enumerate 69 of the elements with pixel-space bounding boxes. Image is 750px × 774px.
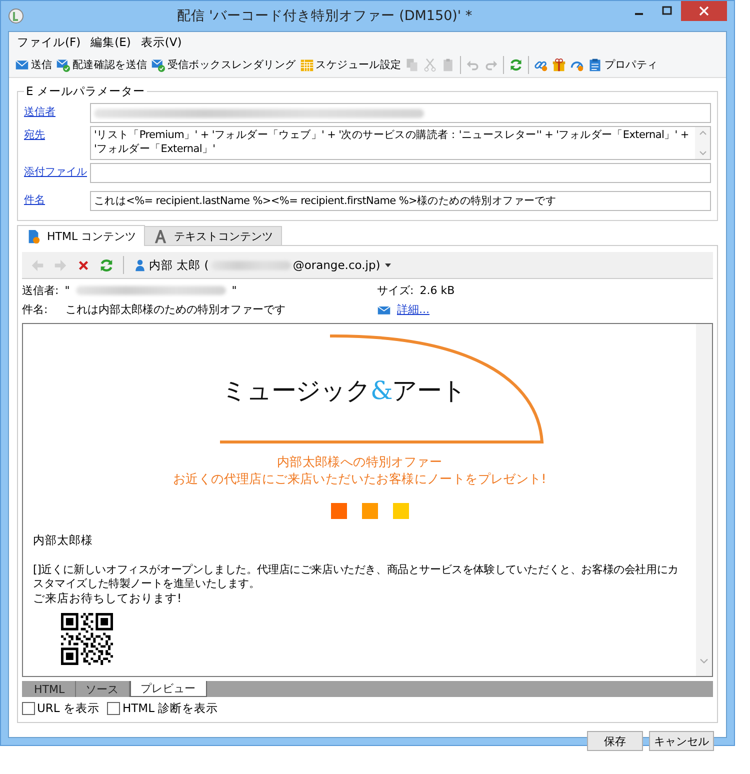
quote-mark: " (64, 284, 70, 297)
person-icon (133, 258, 147, 272)
redo-icon (484, 58, 498, 72)
field-label-link[interactable]: 宛先 (24, 126, 90, 142)
checkbox-label: URL を表示 (37, 701, 100, 716)
back-arrow-icon (30, 258, 45, 272)
qr-code (61, 613, 113, 665)
dialog-button[interactable]: キャンセル (649, 731, 714, 751)
greeting: 内部太郎様 (33, 533, 94, 548)
checkbox[interactable] (107, 702, 120, 715)
cut-icon (423, 58, 438, 72)
details-link[interactable]: 詳細... (397, 302, 430, 317)
field-label-link[interactable]: 送信者 (24, 103, 90, 119)
tab[interactable]: HTML (24, 681, 76, 697)
menu-item[interactable]: ファイル(F) (13, 34, 85, 51)
recipient-dropdown[interactable]: 内部 太郎 ( @orange.co.jp) (131, 256, 396, 274)
quote-mark: " (232, 284, 237, 297)
scrollbar[interactable] (695, 127, 710, 159)
html-document-icon (26, 228, 41, 244)
field-label-link[interactable]: 添付ファイル (24, 163, 90, 179)
toolbar-button[interactable]: 配達確認を送信 (54, 57, 150, 73)
message-paragraph: []近くに新しいオフィスがオープンしました。代理店にご来店いただき、商品とサービスを体験していただくと、お客様の会社用にカスタマイズした特製ノートを進呈いたします。 (33, 563, 680, 591)
dialog-button[interactable]: 保存 (587, 731, 643, 751)
subject-label: 件名: (22, 302, 48, 317)
scrollbar[interactable] (696, 324, 712, 676)
field-label-link[interactable]: 件名 (24, 191, 90, 207)
logo-text: ミュージック&アート (222, 375, 466, 407)
input-field[interactable] (90, 163, 711, 183)
maximize-icon (662, 6, 672, 16)
tab[interactable]: テキストコンテンツ (144, 226, 282, 245)
size-label: サイズ: (377, 283, 414, 298)
forward-arrow-icon (53, 258, 68, 272)
refresh-icon (509, 58, 524, 72)
headline: 内部太郎様への特別オファー (276, 453, 444, 470)
input-field[interactable]: 'リスト「Premium」' + 'フォルダー「ウェブ」' + '次のサービスの購読者：'ニュースレター'' + 'フォルダー「External」' + 'フォルダー「External」' (90, 126, 711, 160)
gift-icon (552, 58, 566, 72)
sender-label: 送信者: (22, 283, 59, 298)
envelope-icon (15, 58, 29, 72)
letter-a-icon (153, 228, 168, 244)
input-field[interactable]: これは<%= recipient.lastName %><%= recipient.firstName %>様のための特別オファーです (90, 191, 711, 211)
input-field[interactable] (90, 103, 711, 123)
tab[interactable]: プレビュー (130, 681, 207, 697)
checkbox-label: HTML 診断を表示 (122, 701, 218, 716)
group-title: E メールパラメーター (25, 84, 146, 99)
app-icon (8, 8, 24, 24)
envelope-check-icon (56, 58, 70, 72)
calendar-icon (300, 58, 314, 72)
toolbar-button[interactable]: スケジュール設定 (298, 57, 404, 73)
envelope-check-icon (151, 58, 166, 72)
subject-value: これは内部太郎様のための特別オファーです (66, 302, 286, 317)
headline: お近くの代理店にご来店いただいたお客様にノートをプレゼント! (172, 470, 547, 487)
minimize-icon (635, 13, 643, 15)
copy-icon (405, 58, 420, 72)
checkbox[interactable] (22, 702, 35, 715)
window-title: 配信 'バーコード付き特別オファー (DM150)' * (176, 7, 474, 25)
tab[interactable]: HTML コンテンツ (17, 225, 146, 246)
clipboard-icon (588, 58, 602, 72)
size-value: 2.6 kB (420, 284, 455, 297)
closing-line: ご来店お待ちしております! (33, 591, 183, 605)
close-icon (699, 6, 709, 16)
toolbar-button[interactable]: 送信 (13, 57, 54, 73)
close-button[interactable] (681, 1, 727, 21)
toolbar-button[interactable]: プロパティ (586, 57, 660, 73)
undo-icon (466, 58, 480, 72)
paste-icon (441, 58, 456, 72)
refresh-icon (99, 258, 114, 272)
menu-item[interactable]: 編集(E) (86, 34, 135, 51)
toolbar-button[interactable]: 受信ボックスレンダリング (149, 57, 298, 73)
menu-item[interactable]: 表示(V) (136, 34, 186, 51)
